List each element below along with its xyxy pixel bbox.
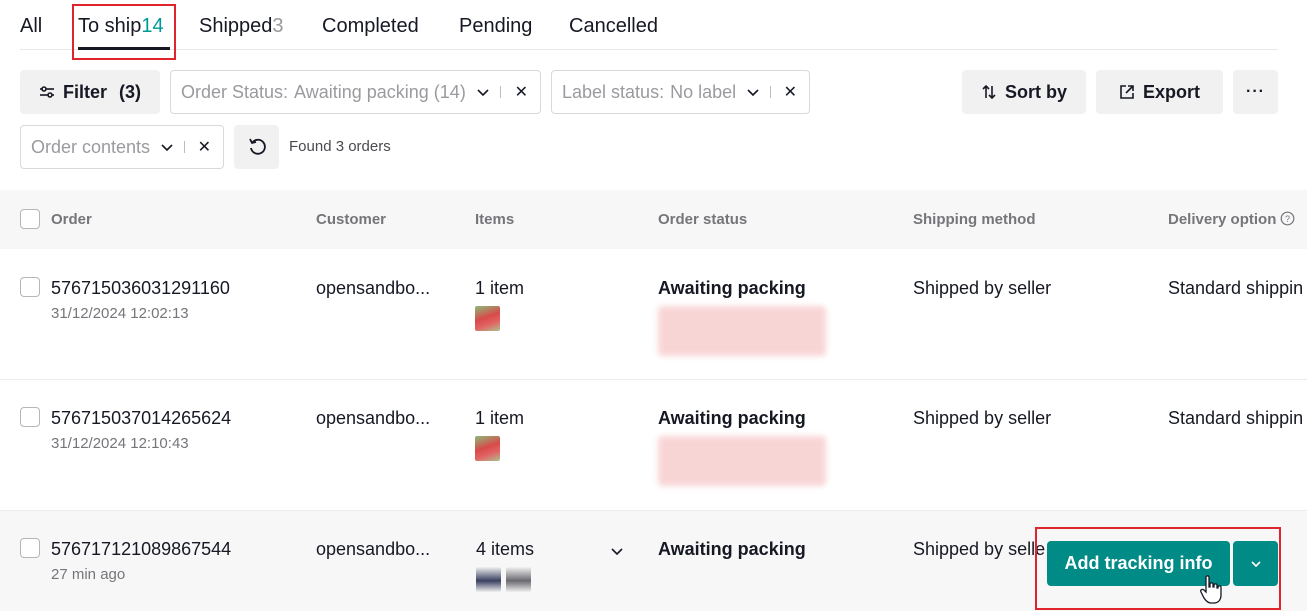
customer-name: opensandbo... bbox=[316, 408, 431, 428]
tab-label: Shipped bbox=[199, 15, 273, 37]
order-status-filter[interactable]: Order Status: Awaiting packing (14) ✕ bbox=[170, 70, 541, 114]
sort-label: Sort by bbox=[1004, 81, 1067, 102]
reset-filters-button[interactable] bbox=[234, 125, 279, 169]
chevron-down-icon bbox=[476, 85, 490, 99]
redacted-status-note bbox=[658, 436, 826, 486]
close-icon[interactable]: ✕ bbox=[198, 137, 211, 157]
tab-pending[interactable]: Pending bbox=[459, 15, 532, 38]
highlight-box-tab bbox=[72, 4, 176, 60]
row-checkbox[interactable] bbox=[20, 277, 40, 297]
tab-shipped[interactable]: Shipped3 bbox=[199, 15, 284, 38]
close-icon[interactable]: ✕ bbox=[784, 82, 797, 102]
reset-icon bbox=[248, 138, 266, 155]
divider bbox=[770, 86, 772, 98]
filter-value: Awaiting packing (14) bbox=[294, 81, 466, 102]
delivery-option: Standard shippin bbox=[1168, 408, 1304, 428]
order-time: 27 min ago bbox=[51, 566, 126, 583]
shipping-method: Shipped by selle bbox=[913, 539, 1046, 559]
sort-icon bbox=[982, 84, 996, 100]
filter-button[interactable]: Filter (3) bbox=[20, 70, 160, 114]
product-thumbnail bbox=[476, 567, 501, 592]
product-thumbnail bbox=[475, 436, 500, 461]
filter-icon bbox=[39, 86, 54, 98]
order-status: Awaiting packing bbox=[658, 278, 806, 298]
column-header-order: Order bbox=[51, 211, 92, 228]
items-count: 4 items bbox=[476, 539, 535, 559]
customer-name: opensandbo... bbox=[316, 539, 431, 559]
divider bbox=[184, 141, 186, 153]
delivery-option: Standard shippin bbox=[1168, 278, 1304, 298]
order-id[interactable]: 576715037014265624 bbox=[51, 408, 231, 429]
order-contents-filter[interactable]: Order contents ✕ bbox=[20, 125, 224, 169]
filter-value: No label bbox=[670, 81, 737, 102]
order-time: 31/12/2024 12:02:13 bbox=[51, 305, 189, 322]
tab-label: Cancelled bbox=[569, 15, 658, 37]
shipping-method: Shipped by seller bbox=[913, 408, 1052, 428]
row-checkbox[interactable] bbox=[20, 407, 40, 427]
close-icon[interactable]: ✕ bbox=[515, 82, 528, 102]
export-label: Export bbox=[1142, 81, 1200, 102]
filter-key: Order contents bbox=[31, 136, 151, 157]
product-thumbnail bbox=[506, 567, 531, 592]
customer-name: opensandbo... bbox=[316, 278, 431, 298]
redacted-status-note bbox=[658, 306, 826, 356]
tab-all[interactable]: All bbox=[20, 15, 42, 38]
filter-count: (3) bbox=[119, 81, 141, 102]
table-row bbox=[0, 249, 1307, 380]
order-id[interactable]: 576715036031291160 bbox=[51, 278, 230, 299]
column-header-items: Items bbox=[475, 211, 515, 228]
column-header-customer: Customer bbox=[316, 211, 387, 228]
filter-label: Filter bbox=[62, 81, 107, 102]
filter-key: Order Status: bbox=[181, 81, 289, 102]
sort-by-button[interactable]: Sort by bbox=[962, 70, 1086, 114]
more-icon: ··· bbox=[1246, 83, 1265, 100]
tab-completed[interactable]: Completed bbox=[322, 15, 419, 38]
row-checkbox[interactable] bbox=[20, 538, 40, 558]
order-id[interactable]: 576717121089867544 bbox=[51, 539, 231, 560]
highlight-box-action bbox=[1035, 527, 1281, 610]
chevron-down-icon[interactable] bbox=[610, 544, 624, 558]
select-all-checkbox[interactable] bbox=[20, 209, 40, 229]
column-header-shipping-method: Shipping method bbox=[913, 211, 1036, 228]
items-count: 1 item bbox=[475, 278, 525, 298]
order-status: Awaiting packing bbox=[658, 408, 806, 428]
column-header-order-status: Order status bbox=[658, 211, 748, 228]
help-icon[interactable]: ? bbox=[1280, 211, 1295, 226]
tab-label: Pending bbox=[459, 15, 533, 37]
order-status: Awaiting packing bbox=[658, 539, 806, 559]
tab-cancelled[interactable]: Cancelled bbox=[569, 15, 658, 38]
tab-label: All bbox=[20, 15, 43, 37]
svg-text:?: ? bbox=[1285, 214, 1290, 224]
chevron-down-icon bbox=[160, 140, 174, 154]
label-status-filter[interactable]: Label status: No label ✕ bbox=[551, 70, 810, 114]
export-button[interactable]: Export bbox=[1096, 70, 1223, 114]
export-icon bbox=[1120, 85, 1134, 99]
tab-count: 3 bbox=[272, 15, 284, 37]
table-row bbox=[0, 380, 1307, 511]
order-time: 31/12/2024 12:10:43 bbox=[51, 435, 189, 452]
divider bbox=[499, 86, 501, 98]
found-count: Found 3 orders bbox=[289, 138, 391, 155]
shipping-method: Shipped by seller bbox=[913, 278, 1052, 298]
chevron-down-icon bbox=[746, 85, 760, 99]
column-header-delivery-option: Delivery option bbox=[1168, 211, 1277, 228]
product-thumbnail bbox=[475, 306, 500, 331]
tab-label: Completed bbox=[322, 15, 419, 37]
hand-cursor-icon bbox=[1200, 575, 1222, 604]
filter-key: Label status: bbox=[562, 81, 665, 102]
more-options-button[interactable]: ··· bbox=[1233, 70, 1278, 114]
items-count: 1 item bbox=[475, 408, 525, 428]
table-header bbox=[0, 190, 1307, 249]
